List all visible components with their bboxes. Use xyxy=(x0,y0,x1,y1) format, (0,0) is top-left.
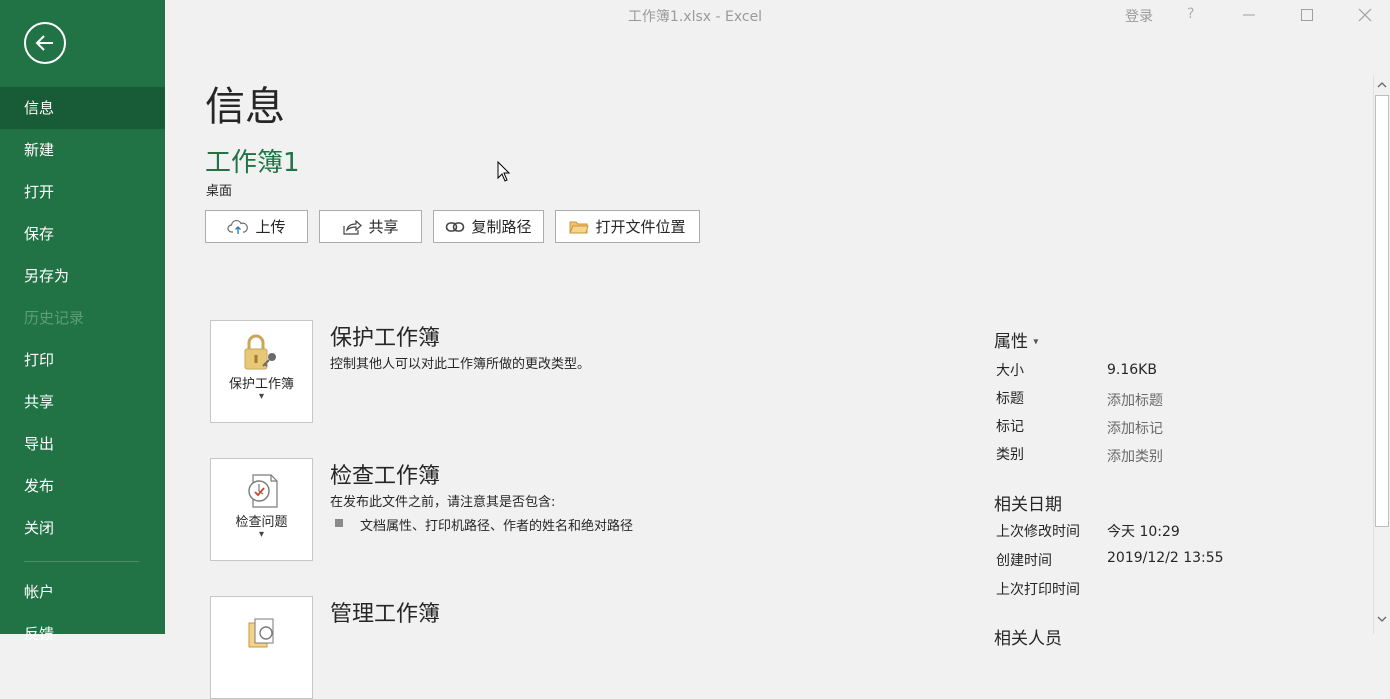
property-category-field[interactable]: 添加类别 xyxy=(1107,446,1163,466)
sidebar-item-publish[interactable]: 发布 xyxy=(0,465,165,507)
property-size-label: 大小 xyxy=(996,363,1024,379)
protect-workbook-description: 控制其他人可以对此工作簿所做的更改类型。 xyxy=(330,357,591,372)
sidebar-item-info[interactable]: 信息 xyxy=(0,87,165,129)
related-people-heading: 相关人员 xyxy=(994,629,1062,649)
minimize-icon xyxy=(1243,14,1255,16)
last-printed-label: 上次打印时间 xyxy=(996,582,1080,598)
cloud-upload-icon xyxy=(227,219,249,234)
close-icon xyxy=(1358,8,1372,22)
property-category-label: 类别 xyxy=(996,447,1024,463)
sidebar-item-print[interactable]: 打印 xyxy=(0,339,165,381)
upload-label: 上传 xyxy=(255,218,286,236)
inspect-bullet-item: 文档属性、打印机路径、作者的姓名和绝对路径 xyxy=(360,519,634,534)
folder-icon xyxy=(569,221,590,233)
sidebar-item-history: 历史记录 xyxy=(24,309,85,327)
properties-heading[interactable]: 属性 ▾ xyxy=(994,327,1038,352)
chevron-down-icon: ▾ xyxy=(258,529,265,540)
check-issues-tile[interactable]: 检查问题 ▾ xyxy=(210,458,313,561)
inspect-document-icon xyxy=(248,474,278,508)
maximize-button[interactable] xyxy=(1298,6,1316,24)
related-dates-heading: 相关日期 xyxy=(994,495,1062,515)
properties-heading-label: 属性 xyxy=(994,332,1028,352)
help-button[interactable]: ? xyxy=(1187,6,1194,22)
property-size-value: 9.16KB xyxy=(1107,362,1157,378)
sidebar-item-close[interactable]: 关闭 xyxy=(0,507,165,549)
scroll-down-arrow-icon[interactable] xyxy=(1377,615,1387,623)
check-issues-tile-label: 检查问题 xyxy=(235,515,288,530)
upload-button[interactable]: 上传 xyxy=(205,210,308,243)
sidebar-divider xyxy=(24,561,139,562)
inspect-workbook-title: 检查工作簿 xyxy=(330,464,441,489)
copy-path-label: 复制路径 xyxy=(471,218,532,236)
property-title-label: 标题 xyxy=(996,391,1024,407)
property-tags-field[interactable]: 添加标记 xyxy=(1107,418,1163,438)
lock-key-icon xyxy=(244,334,276,370)
back-arrow-icon xyxy=(35,35,53,51)
sidebar-item-account[interactable]: 帐户 xyxy=(0,571,165,613)
title-bar: 工作簿1.xlsx - Excel 登录 ? xyxy=(165,0,1390,30)
share-label: 共享 xyxy=(368,218,399,236)
open-file-location-button[interactable]: 打开文件位置 xyxy=(555,210,700,243)
created-value: 2019/12/2 13:55 xyxy=(1107,550,1224,566)
property-tags-label: 标记 xyxy=(996,419,1024,435)
document-location: 桌面 xyxy=(206,184,233,199)
page-title: 信息 xyxy=(205,84,285,130)
sidebar-item-export[interactable]: 导出 xyxy=(0,423,165,465)
property-title-field[interactable]: 添加标题 xyxy=(1107,390,1163,410)
maximize-icon xyxy=(1301,9,1313,21)
chevron-down-icon: ▾ xyxy=(258,391,265,402)
bullet-square-icon xyxy=(335,519,343,527)
sidebar-item-new[interactable]: 新建 xyxy=(0,129,165,171)
window-title: 工作簿1.xlsx - Excel xyxy=(627,9,763,25)
mouse-cursor-icon xyxy=(497,161,511,182)
manage-versions-icon xyxy=(248,618,274,648)
caret-down-icon: ▾ xyxy=(1033,336,1039,348)
last-modified-label: 上次修改时间 xyxy=(996,524,1080,540)
sidebar-item-feedback[interactable]: 反馈 xyxy=(0,613,165,655)
backstage-sidebar: 信息 新建 打开 保存 另存为 历史记录 打印 共享 导出 发布 关闭 帐户 反… xyxy=(0,0,165,643)
sidebar-item-open[interactable]: 打开 xyxy=(0,171,165,213)
last-modified-value: 今天 10:29 xyxy=(1107,524,1180,540)
document-name: 工作簿1 xyxy=(205,148,300,178)
inspect-workbook-description: 在发布此文件之前，请注意其是否包含: xyxy=(330,495,556,510)
protect-workbook-tile-label: 保护工作簿 xyxy=(228,377,294,392)
manage-workbook-tile[interactable] xyxy=(210,596,313,699)
vertical-scrollbar[interactable] xyxy=(1373,75,1390,634)
share-button[interactable]: 共享 xyxy=(319,210,422,243)
copy-path-button[interactable]: 复制路径 xyxy=(433,210,544,243)
protect-workbook-title: 保护工作簿 xyxy=(330,326,441,351)
protect-workbook-tile[interactable]: 保护工作簿 ▾ xyxy=(210,320,313,423)
link-icon xyxy=(446,221,465,232)
close-window-button[interactable] xyxy=(1356,6,1374,24)
scrollbar-thumb[interactable] xyxy=(1375,95,1389,527)
share-icon xyxy=(343,219,363,235)
sidebar-item-save[interactable]: 保存 xyxy=(0,213,165,255)
sidebar-item-save-as[interactable]: 另存为 xyxy=(0,255,165,297)
open-file-location-label: 打开文件位置 xyxy=(595,218,686,236)
scroll-up-arrow-icon[interactable] xyxy=(1377,81,1387,89)
manage-workbook-title: 管理工作簿 xyxy=(330,602,441,627)
created-label: 创建时间 xyxy=(996,553,1052,569)
sidebar-item-share[interactable]: 共享 xyxy=(0,381,165,423)
signin-link[interactable]: 登录 xyxy=(1125,6,1153,26)
minimize-button[interactable] xyxy=(1240,6,1258,24)
back-button[interactable] xyxy=(24,22,66,64)
